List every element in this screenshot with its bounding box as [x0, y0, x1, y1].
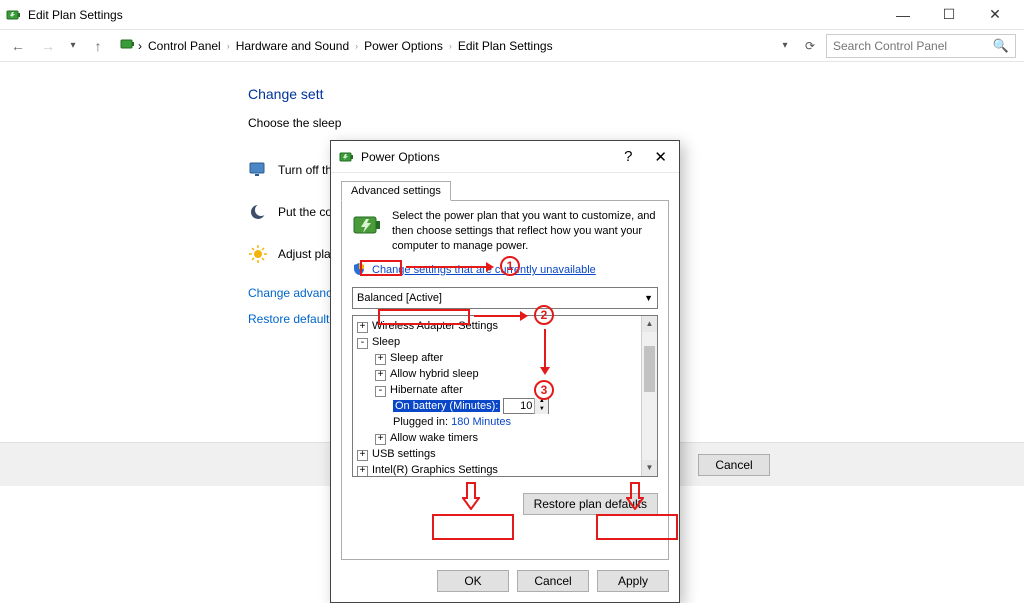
forward-button[interactable]: → [34, 34, 62, 58]
power-plan-icon [352, 209, 384, 241]
collapse-icon[interactable]: - [357, 338, 368, 349]
on-battery-spinner[interactable]: ▲▼ [503, 398, 549, 414]
navbar: ← → ▾ ↑ › Control Panel› Hardware and So… [0, 30, 1024, 62]
back-button[interactable]: ← [4, 34, 32, 58]
row-label: Adjust plan [278, 247, 337, 261]
restore-defaults-button[interactable]: Restore plan defaults [523, 493, 658, 515]
power-options-dialog: Power Options ? ✕ Advanced settings Sele… [330, 140, 680, 603]
maximize-button[interactable]: ☐ [926, 0, 972, 30]
refresh-button[interactable]: ⟳ [798, 34, 822, 58]
expand-icon[interactable]: + [357, 450, 368, 461]
page-subtitle: Choose the sleep [248, 116, 1024, 130]
expand-icon[interactable]: + [357, 466, 368, 476]
minimize-button[interactable]: — [880, 0, 926, 30]
collapse-icon[interactable]: - [375, 386, 386, 397]
expand-icon[interactable]: + [375, 354, 386, 365]
search-input[interactable] [833, 39, 993, 53]
tree-item-sleep[interactable]: Sleep [372, 336, 400, 348]
plan-dropdown[interactable]: Balanced [Active] ▼ [352, 287, 658, 309]
chevron-down-icon: ▼ [644, 293, 653, 303]
dialog-titlebar: Power Options ? ✕ [331, 141, 679, 173]
tree-scrollbar[interactable]: ▲ ▼ [641, 316, 657, 476]
search-box[interactable]: 🔍 [826, 34, 1016, 58]
battery-icon [120, 36, 136, 55]
change-unavailable-link[interactable]: Change settings that are currently unava… [372, 264, 596, 276]
titlebar: Edit Plan Settings — ☐ ✕ [0, 0, 1024, 30]
breadcrumb-item[interactable]: Control Panel [148, 39, 221, 53]
address-dropdown[interactable]: ▾ [776, 34, 794, 58]
dialog-close-button[interactable]: ✕ [650, 148, 671, 166]
on-battery-input[interactable] [504, 400, 534, 412]
dialog-intro-text: Select the power plan that you want to c… [392, 209, 658, 254]
tree-item[interactable]: Allow hybrid sleep [390, 368, 479, 380]
shield-icon [352, 262, 366, 279]
page-title: Change sett [248, 86, 1024, 102]
apply-button[interactable]: Apply [597, 570, 669, 592]
breadcrumb-item[interactable]: Edit Plan Settings [458, 39, 553, 53]
expand-icon[interactable]: + [375, 434, 386, 445]
cancel-button[interactable]: Cancel [698, 454, 770, 476]
plugged-in-value[interactable]: 180 Minutes [451, 416, 511, 428]
moon-icon [248, 202, 268, 222]
settings-tree[interactable]: +Wireless Adapter Settings -Sleep +Sleep… [353, 316, 641, 476]
ok-button[interactable]: OK [437, 570, 509, 592]
tab-content: Select the power plan that you want to c… [341, 200, 669, 560]
expand-icon[interactable]: + [375, 370, 386, 381]
tree-item[interactable]: Sleep after [390, 352, 443, 364]
window-controls: — ☐ ✕ [880, 0, 1018, 30]
battery-icon [6, 7, 22, 23]
breadcrumb-item[interactable]: Power Options [364, 39, 443, 53]
breadcrumb-item[interactable]: Hardware and Sound [236, 39, 349, 53]
breadcrumb-sep: › [138, 39, 142, 53]
tree-item[interactable]: Intel(R) Graphics Settings [372, 464, 498, 476]
spin-up[interactable]: ▲ [535, 398, 548, 406]
expand-icon[interactable]: + [357, 322, 368, 333]
history-dropdown[interactable]: ▾ [64, 34, 82, 58]
breadcrumb: Control Panel› Hardware and Sound› Power… [148, 39, 774, 53]
scroll-thumb[interactable] [644, 346, 655, 392]
up-button[interactable]: ↑ [84, 34, 112, 58]
scroll-down[interactable]: ▼ [642, 460, 657, 476]
spin-down[interactable]: ▼ [535, 406, 548, 414]
tree-item-hibernate[interactable]: Hibernate after [390, 384, 463, 396]
plan-dropdown-value: Balanced [Active] [357, 292, 442, 304]
help-button[interactable]: ? [620, 148, 636, 166]
sun-icon [248, 244, 268, 264]
close-button[interactable]: ✕ [972, 0, 1018, 30]
dialog-title: Power Options [361, 150, 440, 164]
tab-strip: Advanced settings [341, 179, 669, 201]
on-battery-label[interactable]: On battery (Minutes): [393, 400, 500, 412]
tree-item[interactable]: Wireless Adapter Settings [372, 320, 498, 332]
dialog-cancel-button[interactable]: Cancel [517, 570, 589, 592]
battery-icon [339, 149, 355, 165]
tree-item[interactable]: Allow wake timers [390, 432, 478, 444]
tree-item[interactable]: USB settings [372, 448, 436, 460]
tab-advanced-settings[interactable]: Advanced settings [341, 181, 451, 201]
display-icon [248, 160, 268, 180]
search-icon: 🔍 [993, 38, 1009, 54]
plugged-in-label: Plugged in: [393, 416, 448, 428]
scroll-up[interactable]: ▲ [642, 316, 657, 332]
window-title: Edit Plan Settings [28, 8, 123, 22]
